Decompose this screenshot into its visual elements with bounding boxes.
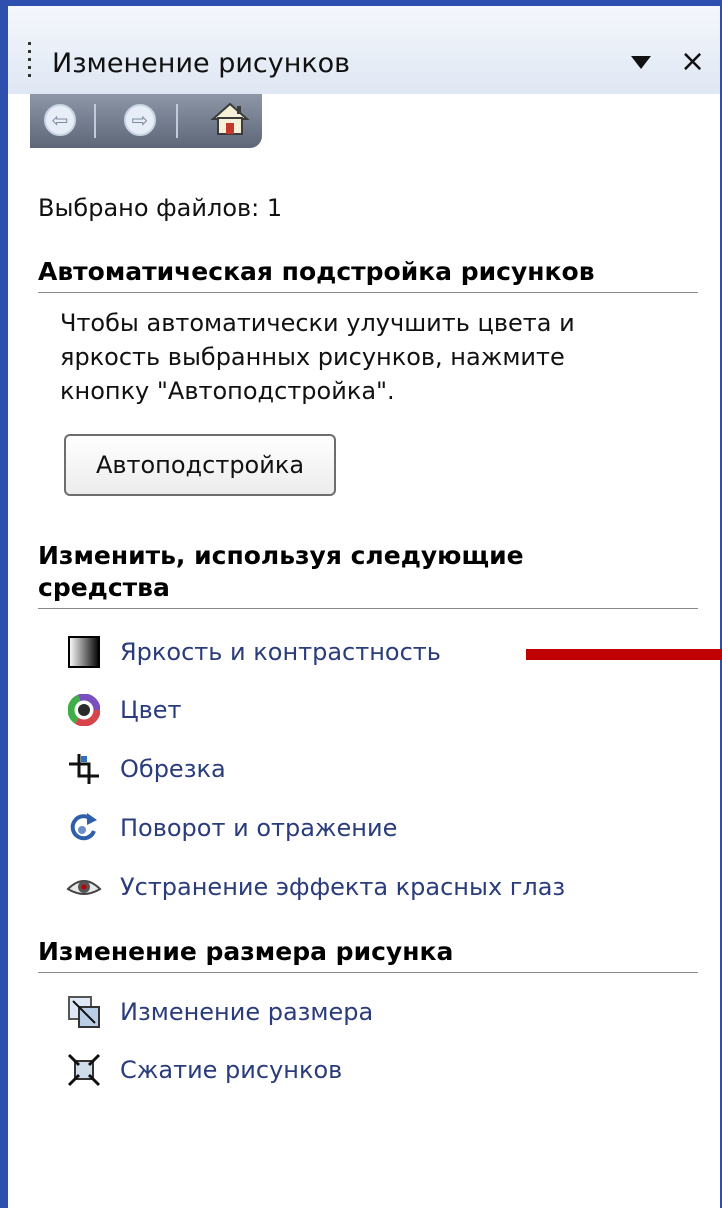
- compress-pictures-link[interactable]: Сжатие рисунков: [64, 1050, 342, 1090]
- color-link[interactable]: Цвет: [64, 690, 182, 730]
- close-icon[interactable]: ×: [680, 46, 705, 78]
- selected-files-count: Выбрано файлов: 1: [38, 194, 283, 222]
- nav-divider: [94, 104, 96, 138]
- description-line: яркость выбранных рисунков, нажмите: [60, 343, 565, 371]
- rotate-flip-link[interactable]: Поворот и отражение: [64, 808, 397, 848]
- resize-section-heading: Изменение размера рисунка: [38, 936, 698, 973]
- red-eye-icon: [64, 867, 104, 907]
- color-label: Цвет: [120, 696, 182, 724]
- pane-titlebar: Изменение рисунков ×: [8, 6, 720, 94]
- red-eye-label: Устранение эффекта красных глаз: [120, 873, 566, 901]
- description-line: Чтобы автоматически улучшить цвета и: [60, 309, 575, 337]
- description-line: кнопку "Автоподстройка".: [60, 377, 395, 405]
- rotate-flip-icon: [64, 808, 104, 848]
- pane-title: Изменение рисунков: [52, 48, 351, 79]
- edit-tools-heading: Изменить, используя следующие средства: [38, 540, 698, 609]
- resize-link[interactable]: Изменение размера: [64, 992, 373, 1032]
- nav-divider: [176, 104, 178, 138]
- brightness-contrast-label: Яркость и контрастность: [120, 638, 441, 666]
- crop-link[interactable]: Обрезка: [64, 749, 226, 789]
- auto-adjust-heading: Автоматическая подстройка рисунков: [38, 256, 698, 293]
- resize-icon: [64, 992, 104, 1032]
- navigation-bar: ⇦ ⇨: [30, 94, 262, 148]
- edit-tools-heading-line: средства: [38, 573, 170, 602]
- auto-adjust-button[interactable]: Автоподстройка: [64, 434, 336, 496]
- red-eye-link[interactable]: Устранение эффекта красных глаз: [64, 867, 565, 907]
- annotation-arrow: [526, 649, 722, 660]
- forward-arrow-icon[interactable]: ⇨: [122, 102, 158, 138]
- drag-grip-icon[interactable]: [28, 42, 31, 88]
- back-arrow-icon[interactable]: ⇦: [42, 102, 78, 138]
- auto-adjust-description: Чтобы автоматически улучшить цвета и ярк…: [60, 306, 680, 408]
- edit-tools-heading-line: Изменить, используя следующие: [38, 541, 524, 570]
- rotate-flip-label: Поворот и отражение: [120, 814, 398, 842]
- compress-label: Сжатие рисунков: [120, 1056, 343, 1084]
- crop-icon: [64, 749, 104, 789]
- brightness-contrast-icon: [64, 632, 104, 672]
- compress-icon: [64, 1050, 104, 1090]
- color-wheel-icon: [64, 690, 104, 730]
- pane-menu-dropdown-icon[interactable]: [631, 56, 651, 69]
- crop-label: Обрезка: [120, 755, 226, 783]
- resize-label: Изменение размера: [120, 998, 374, 1026]
- brightness-contrast-link[interactable]: Яркость и контрастность: [64, 632, 441, 672]
- task-pane: Изменение рисунков × ⇦ ⇨ Выбрано файлов:…: [8, 6, 722, 1208]
- home-icon[interactable]: [210, 100, 250, 138]
